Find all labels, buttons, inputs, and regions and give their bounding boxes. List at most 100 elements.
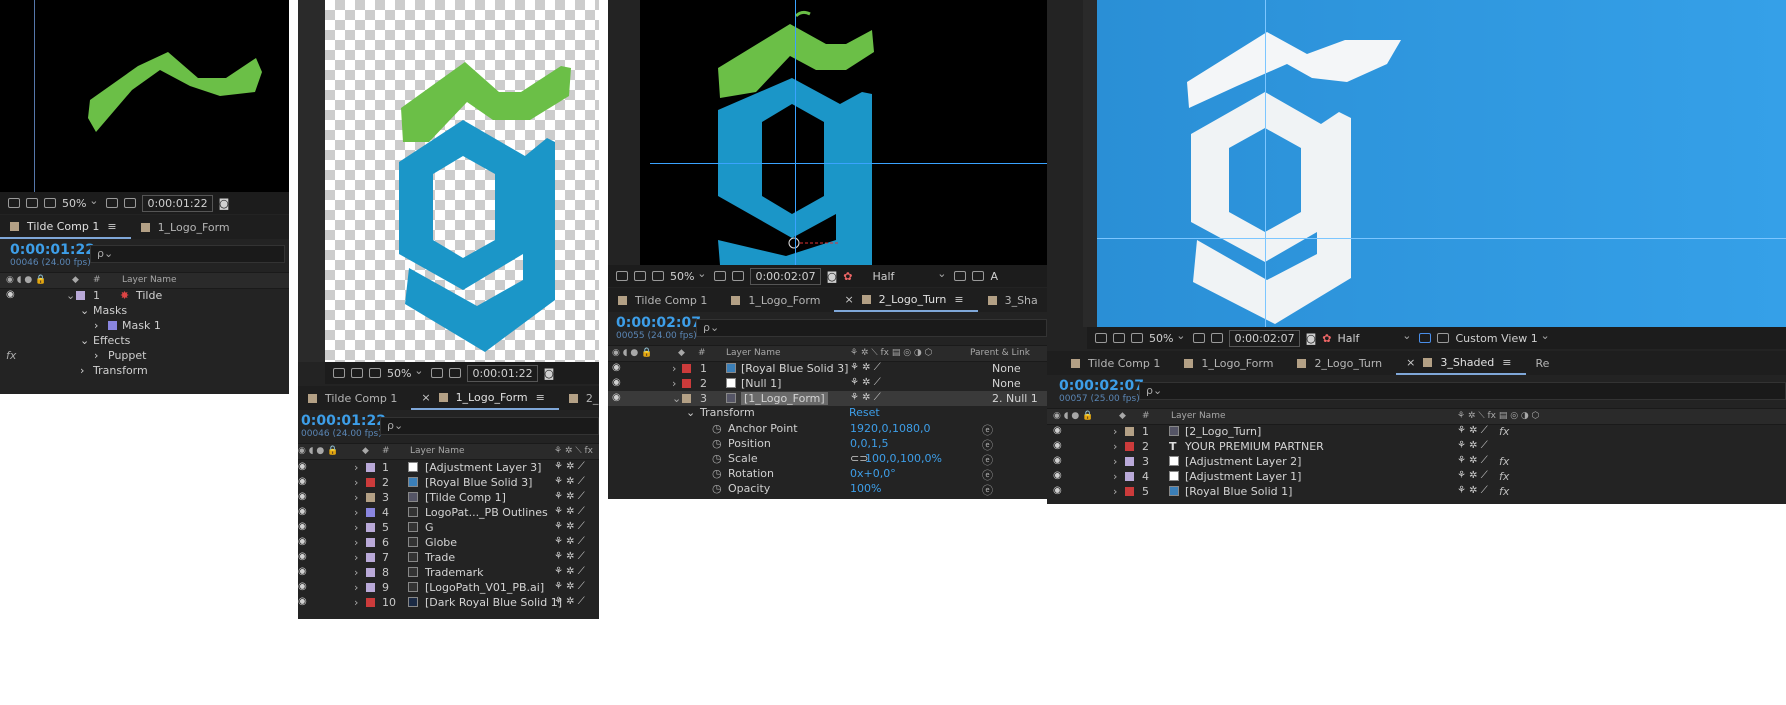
layer-row[interactable]: ◉ › 6 Globe ⚘ ✲ ⟋ bbox=[298, 535, 599, 550]
visibility-icon[interactable]: ◉ bbox=[298, 566, 307, 577]
label-color[interactable] bbox=[366, 553, 375, 562]
layer-row[interactable]: ◉ ⌄ 1 ✸ Tilde bbox=[0, 288, 289, 303]
grid-icon[interactable] bbox=[8, 198, 20, 208]
label-color[interactable] bbox=[366, 538, 375, 547]
switches[interactable]: ⚘ ✲ ⟋ bbox=[554, 536, 585, 547]
transform-property[interactable]: ◷ Opacity 100% ⓔ bbox=[608, 481, 1047, 497]
grid-icon[interactable] bbox=[1095, 333, 1107, 343]
parent-select[interactable]: None bbox=[992, 362, 1021, 375]
composition-viewer[interactable] bbox=[0, 0, 289, 192]
link-icon[interactable]: ⊂⊃ bbox=[850, 452, 868, 465]
visibility-icon[interactable]: ◉ bbox=[298, 596, 307, 607]
layer-name[interactable]: [Dark Royal Blue Solid 1] bbox=[425, 596, 562, 609]
layer-name[interactable]: [1_Logo_Form] bbox=[741, 392, 828, 405]
layer-name[interactable]: [Royal Blue Solid 3] bbox=[425, 476, 532, 489]
label-color[interactable] bbox=[366, 493, 375, 502]
visibility-icon[interactable]: ◉ bbox=[1053, 455, 1062, 466]
label-color[interactable] bbox=[366, 583, 375, 592]
label-color[interactable] bbox=[1125, 442, 1134, 451]
layer-name[interactable]: [Tilde Comp 1] bbox=[425, 491, 506, 504]
transform-property[interactable]: ◷ Position 0,0,1,5 ⓔ bbox=[608, 436, 1047, 452]
stopwatch-icon[interactable]: ◷ bbox=[712, 467, 722, 480]
tab-logo-form[interactable]: 1_Logo_Form bbox=[721, 288, 834, 312]
visibility-icon[interactable]: ◉ bbox=[1053, 485, 1062, 496]
layer-name[interactable]: YOUR PREMIUM PARTNER bbox=[1185, 440, 1324, 453]
label-color[interactable] bbox=[366, 508, 375, 517]
layer-name[interactable]: [Royal Blue Solid 3] bbox=[741, 362, 848, 375]
parent-select[interactable]: None bbox=[992, 377, 1021, 390]
view-select[interactable]: Custom View 1 bbox=[1455, 329, 1551, 345]
monitor-icon[interactable] bbox=[351, 368, 363, 378]
camera-icon[interactable]: ◙ bbox=[219, 197, 230, 210]
label-color[interactable] bbox=[682, 364, 691, 373]
monitor-icon[interactable] bbox=[634, 271, 646, 281]
layer-row[interactable]: ◉ › 5 [Royal Blue Solid 1] ⚘ ✲ ⟋ fx bbox=[1047, 484, 1786, 499]
layer-row[interactable]: ◉ › 9 [LogoPath_V01_PB.ai] ⚘ ✲ ⟋ bbox=[298, 580, 599, 595]
resolution-select[interactable]: Half bbox=[872, 267, 948, 283]
fx-icon[interactable]: fx bbox=[1499, 470, 1509, 483]
visibility-icon[interactable]: ◉ bbox=[612, 392, 621, 403]
switches[interactable]: ⚘ ✲ ⟋ bbox=[1457, 485, 1488, 496]
timeline-timecode[interactable]: 0:00:01:22 bbox=[10, 242, 95, 258]
layer-name[interactable]: [Adjustment Layer 1] bbox=[1185, 470, 1301, 483]
mask-view-icon[interactable] bbox=[369, 368, 381, 378]
region-icon[interactable] bbox=[732, 271, 745, 281]
expand-arrow[interactable]: › bbox=[354, 566, 358, 579]
switches[interactable]: ⚘ ✲ ⟋ bbox=[554, 476, 585, 487]
toggle-transparency-icon[interactable] bbox=[1437, 333, 1450, 343]
prop-effects[interactable]: ⌄ Effects bbox=[0, 333, 289, 348]
layer-name[interactable]: [LogoPath_V01_PB.ai] bbox=[425, 581, 544, 594]
layer-row[interactable]: ◉ › 4 [Adjustment Layer 1] ⚘ ✲ ⟋ fx bbox=[1047, 469, 1786, 484]
layer-name[interactable]: Trademark bbox=[425, 566, 483, 579]
visibility-icon[interactable]: ◉ bbox=[298, 581, 307, 592]
toggle-transparency-icon[interactable] bbox=[972, 271, 985, 281]
switches[interactable]: ⚘ ✲ ⟋ bbox=[554, 596, 585, 607]
switches[interactable]: ⚘ ✲ ⟋ bbox=[850, 392, 881, 403]
safe-margins-icon[interactable] bbox=[954, 271, 967, 281]
label-color[interactable] bbox=[1125, 427, 1134, 436]
resolution-select[interactable]: Half bbox=[1337, 329, 1413, 345]
expand-arrow[interactable]: › bbox=[354, 461, 358, 474]
expand-arrow[interactable]: › bbox=[1113, 440, 1117, 453]
timeline-timecode[interactable]: 0:00:02:07 bbox=[616, 315, 701, 331]
label-color[interactable] bbox=[682, 394, 691, 403]
layer-row[interactable]: ◉ › 1 [Adjustment Layer 3] ⚘ ✲ ⟋ bbox=[298, 460, 599, 475]
monitor-icon[interactable] bbox=[1113, 333, 1125, 343]
layer-row[interactable]: ◉ › 2 [Null 1] ⚘ ✲ ⟋ None bbox=[608, 376, 1047, 391]
visibility-icon[interactable]: ◉ bbox=[612, 377, 621, 388]
expand-arrow[interactable]: › bbox=[354, 581, 358, 594]
property-value[interactable]: 100,0,100,0% bbox=[865, 452, 942, 465]
region-icon[interactable] bbox=[1211, 333, 1224, 343]
composition-viewer[interactable] bbox=[1097, 0, 1786, 327]
label-color[interactable] bbox=[1125, 457, 1134, 466]
transform-property[interactable]: ◷ Anchor Point 1920,0,1080,0 ⓔ bbox=[608, 421, 1047, 437]
tab-logo-form[interactable]: 1_Logo_Form bbox=[131, 215, 244, 239]
layer-row[interactable]: ◉ › 3 [Tilde Comp 1] ⚘ ✲ ⟋ bbox=[298, 490, 599, 505]
search-input[interactable]: ρ⌄ bbox=[1139, 382, 1786, 400]
layer-name[interactable]: Globe bbox=[425, 536, 457, 549]
layer-row[interactable]: ◉ › 2 T YOUR PREMIUM PARTNER ⚘ ✲ ⟋ bbox=[1047, 439, 1786, 454]
switches[interactable]: ⚘ ✲ ⟋ bbox=[1457, 455, 1488, 466]
camera-icon[interactable]: ◙ bbox=[827, 270, 838, 283]
visibility-icon[interactable]: ◉ bbox=[298, 506, 307, 517]
fit-icon[interactable] bbox=[106, 198, 119, 208]
switches[interactable]: ⚘ ✲ ⟋ bbox=[1457, 440, 1488, 451]
tab-logo-turn[interactable]: × 2_Logo_Turn ≡ bbox=[834, 288, 978, 312]
layer-name[interactable]: [Null 1] bbox=[741, 377, 781, 390]
viewer-timecode[interactable]: 0:00:02:07 bbox=[750, 267, 821, 285]
label-color[interactable] bbox=[366, 598, 375, 607]
prop-mask-1[interactable]: › Mask 1 bbox=[0, 318, 289, 333]
prop-puppet[interactable]: fx › Puppet bbox=[0, 348, 289, 363]
prop-masks[interactable]: ⌄ Masks bbox=[0, 303, 289, 318]
tab-logo-turn[interactable]: 2_Logo_Turn bbox=[1287, 351, 1396, 375]
timeline-timecode[interactable]: 0:00:01:22 bbox=[301, 413, 386, 429]
expand-arrow[interactable]: › bbox=[354, 536, 358, 549]
switches[interactable]: ⚘ ✲ ⟋ bbox=[850, 377, 881, 388]
tab-tilde-comp[interactable]: Tilde Comp 1 bbox=[608, 288, 721, 312]
expand-arrow[interactable]: › bbox=[354, 491, 358, 504]
zoom-select[interactable]: 50% bbox=[1149, 329, 1187, 345]
prop-transform[interactable]: › Transform bbox=[0, 363, 289, 378]
mask-view-icon[interactable] bbox=[44, 198, 56, 208]
label-color[interactable] bbox=[1125, 472, 1134, 481]
parent-select[interactable]: 2. Null 1 bbox=[992, 392, 1038, 405]
